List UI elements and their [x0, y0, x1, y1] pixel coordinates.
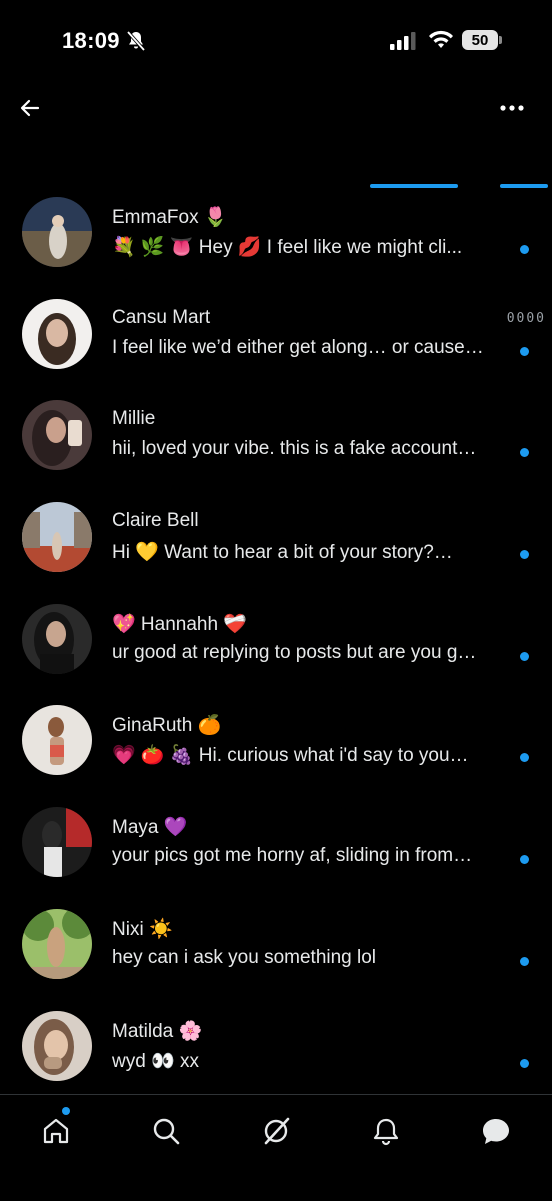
conversation-name: EmmaFox 🌷 — [112, 207, 228, 228]
unread-dot — [520, 1058, 529, 1068]
unread-dot — [520, 855, 529, 865]
battery-icon: 50 — [462, 30, 498, 50]
conversation-preview: wyd 👀 xx — [112, 1050, 200, 1072]
timestamp: 0000 — [506, 310, 546, 326]
more-icon[interactable] — [494, 92, 530, 124]
tab-indicator — [370, 184, 458, 188]
avatar[interactable] — [22, 197, 92, 267]
grok-icon[interactable] — [256, 1111, 296, 1151]
header — [0, 80, 552, 190]
conversation-name: Millie — [112, 408, 156, 430]
conversation-row[interactable]: 💖 Hannahh ❤️‍🩹 ur good at replying to po… — [0, 602, 552, 704]
conversation-preview: I feel like we’d either get along… or ca… — [112, 336, 484, 358]
unread-dot — [520, 346, 529, 356]
conversation-name: Nixi ☀️ — [112, 918, 173, 940]
wifi-icon — [428, 30, 454, 55]
conversation-row[interactable]: Claire Bell Hi 💛 Want to hear a bit of y… — [0, 500, 552, 602]
search-icon[interactable] — [146, 1111, 186, 1151]
back-arrow-icon[interactable] — [14, 92, 46, 124]
bottom-nav — [0, 1094, 552, 1201]
unread-dot — [520, 753, 529, 763]
conversation-name: Maya 💜 — [112, 817, 188, 839]
avatar[interactable] — [22, 298, 92, 369]
avatar[interactable] — [22, 1010, 92, 1081]
unread-dot — [520, 550, 529, 560]
conversation-preview: your pics got me horny af, sliding in fr… — [112, 845, 473, 867]
tab-indicator — [500, 184, 548, 188]
unread-dot — [520, 245, 529, 254]
conversation-name: Cansu Mart — [112, 306, 211, 328]
avatar[interactable] — [22, 705, 92, 776]
conversation-name: GinaRuth 🍊 — [112, 715, 222, 737]
conversation-preview: hey can i ask you something lol — [112, 946, 377, 968]
conversation-list: EmmaFox 🌷 💐 🌿 👅 Hey 💋 I feel like we mig… — [0, 195, 552, 1110]
signal-icon — [390, 32, 416, 55]
avatar[interactable] — [22, 807, 92, 878]
conversation-name: 💖 Hannahh ❤️‍🩹 — [112, 613, 247, 635]
conversation-row[interactable]: Nixi ☀️ hey can i ask you something lol — [0, 907, 552, 1009]
home-badge — [62, 1107, 70, 1115]
avatar[interactable] — [22, 908, 92, 979]
battery-level: 50 — [471, 31, 489, 49]
bell-off-icon — [126, 30, 146, 57]
status-time: 18:09 — [62, 28, 120, 53]
conversation-preview: Hi 💛 Want to hear a bit of your story?… — [112, 542, 453, 564]
conversation-preview: ur good at replying to posts but are you… — [112, 641, 477, 663]
notifications-icon[interactable] — [366, 1111, 406, 1151]
avatar[interactable] — [22, 400, 92, 471]
unread-dot — [520, 956, 529, 966]
avatar[interactable] — [22, 603, 92, 674]
conversation-name: Matilda 🌸 — [112, 1020, 203, 1042]
conversation-preview: 💗 🍅 🍇 Hi. curious what i'd say to you… — [112, 745, 469, 767]
status-bar: 18:09 50 — [0, 0, 552, 80]
conversation-preview: 💐 🌿 👅 Hey 💋 I feel like we might cli... — [112, 237, 463, 258]
conversation-row[interactable]: Maya 💜 your pics got me horny af, slidin… — [0, 805, 552, 907]
conversation-row[interactable]: Cansu Mart 0000 I feel like we’d either … — [0, 297, 552, 399]
battery-nub — [499, 36, 502, 44]
conversation-preview: hii, loved your vibe. this is a fake acc… — [112, 438, 477, 460]
unread-dot — [520, 448, 529, 458]
conversation-row[interactable]: GinaRuth 🍊 💗 🍅 🍇 Hi. curious what i'd sa… — [0, 703, 552, 805]
unread-dot — [520, 651, 529, 661]
conversation-name: Claire Bell — [112, 510, 199, 532]
avatar[interactable] — [22, 502, 92, 573]
conversation-row[interactable]: EmmaFox 🌷 💐 🌿 👅 Hey 💋 I feel like we mig… — [0, 195, 552, 297]
messages-icon[interactable] — [476, 1111, 516, 1151]
home-icon[interactable] — [36, 1111, 76, 1151]
conversation-row[interactable]: Millie hii, loved your vibe. this is a f… — [0, 398, 552, 500]
